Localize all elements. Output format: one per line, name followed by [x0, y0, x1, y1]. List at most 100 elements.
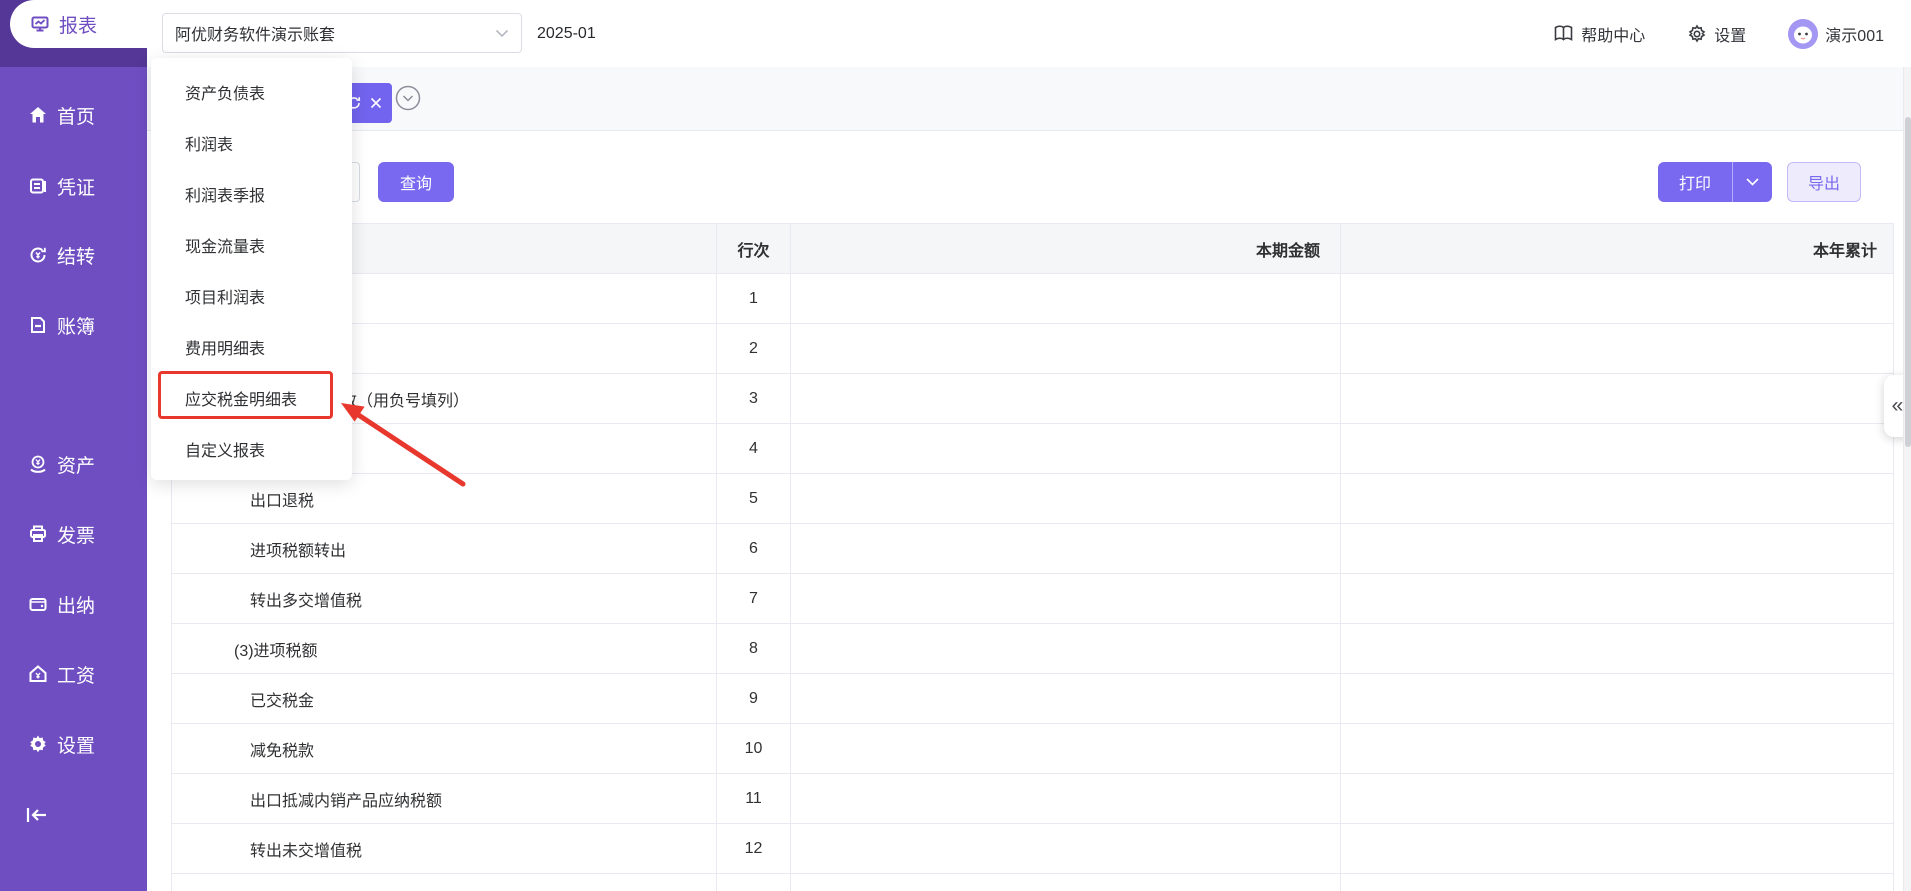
table-row[interactable]: 数（用负号填列） 3	[172, 374, 1893, 424]
menu-item-income-statement[interactable]: 利润表	[151, 117, 352, 168]
table-row[interactable]: 出口退税 5	[172, 474, 1893, 524]
user-menu[interactable]: 演示001	[1788, 18, 1884, 49]
item-cell: 进项税额转出	[172, 524, 717, 573]
menu-item-tax-payable-detail[interactable]: 应交税金明细表	[151, 372, 352, 423]
voucher-icon	[28, 176, 48, 196]
sidebar-item-salary[interactable]: 工资	[0, 652, 147, 696]
sidebar-item-carryover[interactable]: 结转	[0, 233, 147, 277]
menu-item-cash-flow[interactable]: 现金流量表	[151, 219, 352, 270]
line-no-cell: 2	[717, 324, 791, 373]
current-period-cell	[791, 824, 1341, 873]
current-period-cell	[791, 324, 1341, 373]
sidebar-item-label: 首页	[57, 106, 96, 128]
export-button[interactable]: 导出	[1787, 162, 1861, 202]
print-button-label[interactable]: 打印	[1658, 162, 1732, 202]
menu-item-balance-sheet[interactable]: 资产负债表	[151, 66, 352, 117]
current-period-cell	[791, 524, 1341, 573]
item-cell: 转出多交增值税	[172, 574, 717, 623]
tab-list-dropdown-button[interactable]	[395, 85, 421, 111]
line-no-cell: 10	[717, 724, 791, 773]
current-period-cell	[791, 424, 1341, 473]
salary-house-icon	[28, 664, 48, 684]
current-period-label: 2025-01	[537, 24, 596, 42]
table-row[interactable]: 1	[172, 274, 1893, 324]
menu-item-expense-detail[interactable]: 费用明细表	[151, 321, 352, 372]
close-icon[interactable]	[370, 97, 382, 109]
account-book-value: 阿优财务软件演示账套	[175, 27, 336, 44]
collapse-sidebar-button[interactable]	[24, 798, 60, 832]
table-row[interactable]: (3)进项税额 8	[172, 624, 1893, 674]
help-center-label: 帮助中心	[1581, 27, 1646, 45]
table-row[interactable]: 出口抵减内销产品应纳税额 11	[172, 774, 1893, 824]
carryover-icon	[28, 245, 48, 265]
print-options-button[interactable]	[1732, 162, 1772, 202]
menu-item-custom-report[interactable]: 自定义报表	[151, 423, 352, 474]
print-split-button[interactable]: 打印	[1658, 162, 1772, 202]
sidebar-item-label: 发票	[57, 525, 96, 547]
tax-detail-table: 行次 本期金额 本年累计 1 2 数（用负号填列） 3 4 出口退税 5 进项税…	[171, 223, 1894, 891]
ytd-cell	[1341, 674, 1893, 723]
sidebar-item-home[interactable]: 首页	[0, 93, 147, 137]
item-cell: 出口抵减内销产品应纳税额	[172, 774, 717, 823]
ytd-cell	[1341, 724, 1893, 773]
sidebar: 阿优精灵 首页 凭证 结转 账簿 报表 资产 发票	[0, 0, 147, 891]
table-row[interactable]: 转出未交增值税 12	[172, 824, 1893, 874]
sidebar-item-invoice[interactable]: 发票	[0, 512, 147, 556]
sidebar-item-settings[interactable]: 设置	[0, 722, 147, 766]
sidebar-item-assets[interactable]: 资产	[0, 442, 147, 486]
ytd-cell	[1341, 574, 1893, 623]
table-row[interactable]	[172, 874, 1893, 891]
sidebar-item-ledger[interactable]: 账簿	[0, 303, 147, 347]
item-cell: 减免税款	[172, 724, 717, 773]
item-cell: (3)进项税额	[172, 624, 717, 673]
gear-icon	[1687, 23, 1707, 44]
scrollbar-thumb[interactable]	[1905, 117, 1911, 447]
sidebar-item-label: 凭证	[57, 177, 96, 199]
current-period-cell	[791, 374, 1341, 423]
ytd-cell	[1341, 474, 1893, 523]
item-cell: 转出未交增值税	[172, 824, 717, 873]
home-icon	[28, 105, 48, 125]
help-center-button[interactable]: 帮助中心	[1553, 22, 1645, 46]
menu-item-project-income[interactable]: 项目利润表	[151, 270, 352, 321]
sidebar-item-label: 结转	[57, 246, 96, 268]
line-no-cell: 7	[717, 574, 791, 623]
line-no-cell: 5	[717, 474, 791, 523]
line-no-cell: 9	[717, 674, 791, 723]
avatar	[1788, 18, 1819, 49]
table-row[interactable]: 2	[172, 324, 1893, 374]
sidebar-item-label: 出纳	[57, 595, 96, 617]
line-no-cell: 1	[717, 274, 791, 323]
account-book-select[interactable]: 阿优财务软件演示账套	[162, 13, 522, 53]
vertical-scrollbar[interactable]	[1903, 67, 1911, 891]
line-no-cell	[717, 874, 791, 891]
book-icon	[1553, 24, 1574, 43]
current-period-cell	[791, 474, 1341, 523]
current-period-cell	[791, 624, 1341, 673]
collapse-sidebar-icon	[24, 805, 50, 825]
line-no-cell: 6	[717, 524, 791, 573]
collapse-panel-icon: «	[1891, 394, 1904, 417]
table-row[interactable]: 已交税金 9	[172, 674, 1893, 724]
ytd-cell	[1341, 324, 1893, 373]
sidebar-item-voucher[interactable]: 凭证	[0, 164, 147, 208]
asset-coin-icon	[28, 454, 48, 474]
table-row[interactable]: 4	[172, 424, 1893, 474]
item-cell	[172, 874, 717, 891]
settings-label: 设置	[1714, 27, 1747, 45]
menu-item-income-quarterly[interactable]: 利润表季报	[151, 168, 352, 219]
table-row[interactable]: 进项税额转出 6	[172, 524, 1893, 574]
sidebar-item-cashier[interactable]: 出纳	[0, 582, 147, 626]
ytd-cell	[1341, 274, 1893, 323]
username-label: 演示001	[1825, 27, 1884, 45]
sidebar-item-label: 账簿	[57, 316, 96, 338]
report-type-menu: 资产负债表 利润表 利润表季报 现金流量表 项目利润表 费用明细表 应交税金明细…	[151, 58, 352, 480]
ytd-cell	[1341, 624, 1893, 673]
sidebar-item-reports[interactable]: 报表	[10, 0, 147, 48]
current-period-cell	[791, 274, 1341, 323]
table-row[interactable]: 减免税款 10	[172, 724, 1893, 774]
settings-button[interactable]: 设置	[1687, 22, 1746, 46]
table-row[interactable]: 转出多交增值税 7	[172, 574, 1893, 624]
gear-icon	[28, 734, 48, 754]
query-button[interactable]: 查询	[378, 162, 454, 202]
